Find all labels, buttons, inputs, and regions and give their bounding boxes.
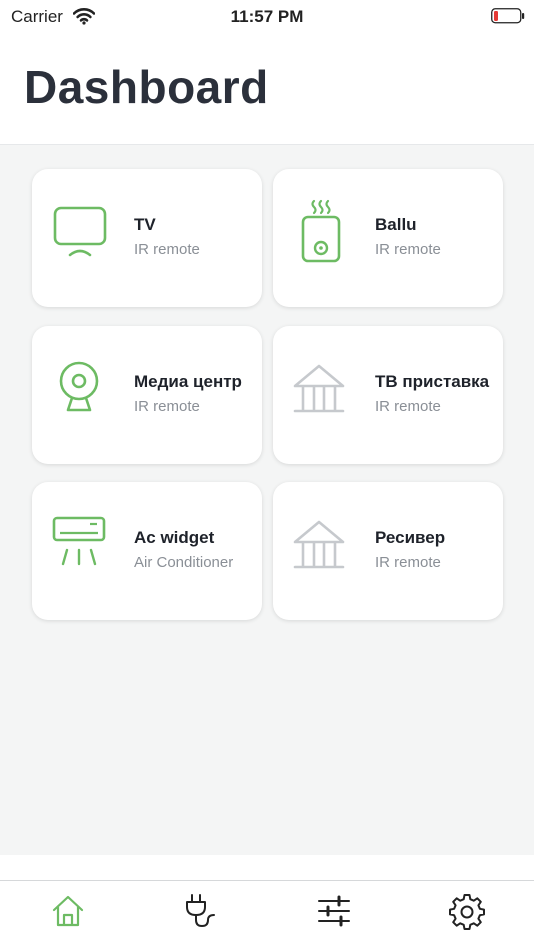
device-name: ТВ приставка (375, 372, 490, 391)
tab-devices[interactable] (181, 891, 221, 931)
home-icon (48, 895, 88, 935)
bottom-spacer (0, 855, 534, 880)
tab-home[interactable] (48, 891, 88, 931)
device-card-media-center[interactable]: Медиа центр IR remote (32, 326, 262, 464)
house-icon (291, 512, 351, 576)
device-name: Ac widget (134, 528, 215, 547)
sliders-icon (314, 895, 354, 935)
device-type: IR remote (375, 398, 441, 415)
device-grid-area: TV IR remote Ballu IR remote Медиа центр… (0, 145, 534, 855)
device-type: IR remote (375, 241, 441, 258)
device-card-ac-widget[interactable]: Ac widget Air Conditioner (32, 482, 262, 620)
device-card-tv[interactable]: TV IR remote (32, 169, 262, 307)
device-type: IR remote (134, 398, 200, 415)
status-time: 11:57 PM (230, 7, 304, 26)
device-name: TV (134, 215, 156, 234)
plug-icon (181, 894, 221, 935)
heater-icon (291, 199, 351, 263)
air-conditioner-icon (50, 512, 110, 576)
house-icon (291, 356, 351, 420)
tab-bar (0, 880, 534, 951)
device-card-ballu[interactable]: Ballu IR remote (273, 169, 503, 307)
page-title: Dashboard (24, 61, 269, 113)
device-type: IR remote (134, 241, 200, 258)
device-name: Ballu (375, 215, 417, 234)
webcam-icon (50, 356, 110, 420)
device-type: Air Conditioner (134, 554, 234, 571)
status-bar: Carrier 11:57 PM (0, 0, 534, 34)
device-type: IR remote (375, 554, 441, 571)
gear-icon (447, 894, 487, 935)
tab-controls[interactable] (314, 891, 354, 931)
device-card-tv-box[interactable]: ТВ приставка IR remote (273, 326, 503, 464)
header: Dashboard (0, 34, 534, 145)
tab-settings[interactable] (447, 891, 487, 931)
device-name: Медиа центр (134, 372, 242, 391)
tv-icon (50, 199, 110, 263)
battery-low-icon (491, 8, 525, 29)
device-card-receiver[interactable]: Ресивер IR remote (273, 482, 503, 620)
device-name: Ресивер (375, 528, 446, 547)
